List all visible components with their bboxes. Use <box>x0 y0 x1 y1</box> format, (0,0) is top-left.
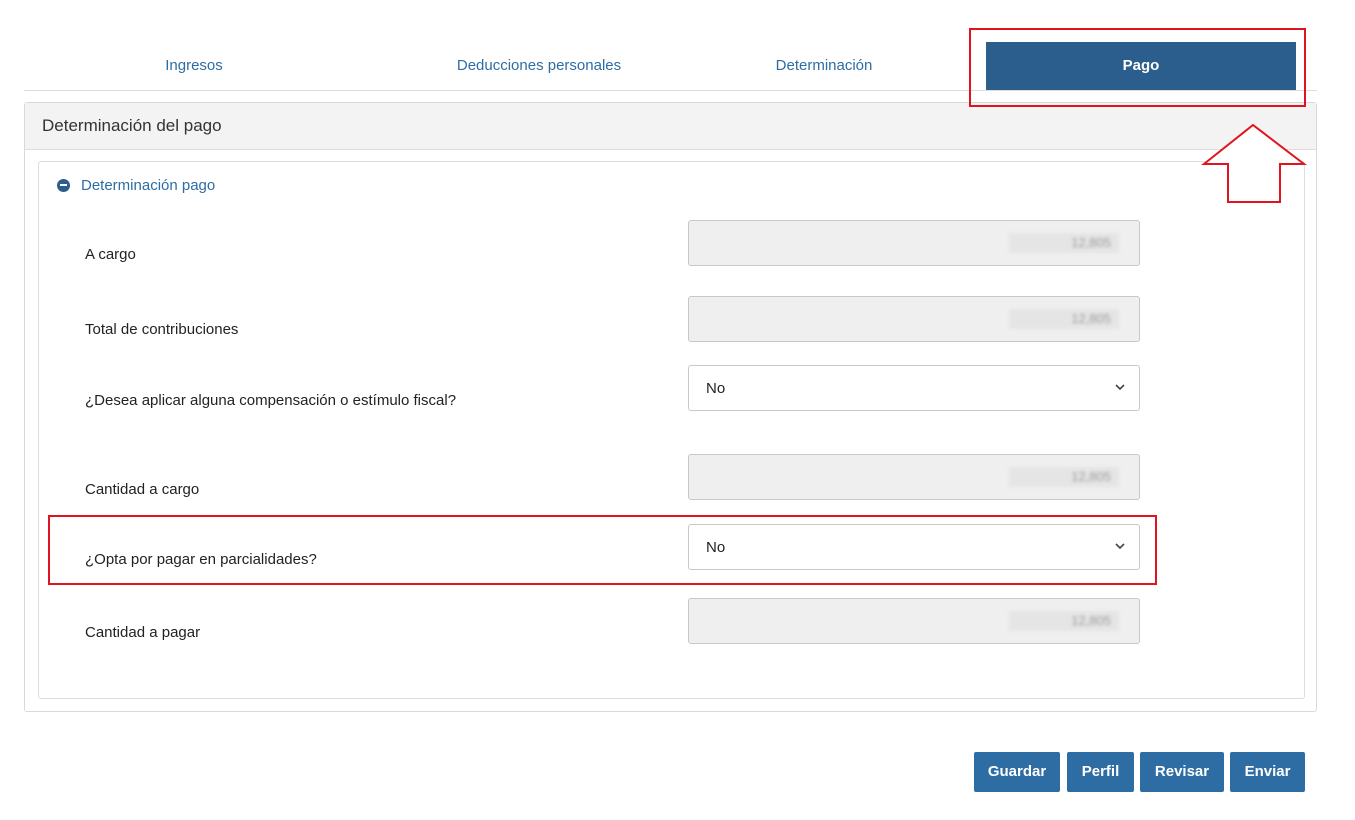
cantidad-a-pagar-field: 12,805 <box>688 598 1140 644</box>
a-cargo-value: 12,805 <box>1009 233 1119 253</box>
annotation-box-pago-tab <box>969 28 1306 107</box>
send-button[interactable]: Enviar <box>1230 752 1305 792</box>
panel-title: Determinación del pago <box>25 103 1316 150</box>
compensacion-selected-value: No <box>706 380 726 397</box>
compensacion-select[interactable]: No <box>688 365 1140 411</box>
cantidad-a-cargo-value: 12,805 <box>1009 467 1119 487</box>
chevron-down-icon <box>1115 384 1125 391</box>
total-contribuciones-value: 12,805 <box>1009 309 1119 329</box>
profile-button[interactable]: Perfil <box>1067 752 1134 792</box>
arrow-up-icon <box>1201 123 1307 203</box>
save-button[interactable]: Guardar <box>974 752 1060 792</box>
minus-circle-icon <box>57 178 70 192</box>
row-label-cantidad-a-pagar: Cantidad a pagar <box>85 624 201 641</box>
tab-determinacion[interactable]: Determinación <box>724 42 924 90</box>
review-button[interactable]: Revisar <box>1140 752 1224 792</box>
row-label-total-contribuciones: Total de contribuciones <box>85 321 239 338</box>
total-contribuciones-field: 12,805 <box>688 296 1140 342</box>
cantidad-a-pagar-value: 12,805 <box>1009 611 1119 631</box>
annotation-box-parcialidades <box>48 515 1157 585</box>
row-label-cantidad-a-cargo: Cantidad a cargo <box>85 481 200 498</box>
section-toggle[interactable]: Determinación pago <box>57 174 215 196</box>
cantidad-a-cargo-field: 12,805 <box>688 454 1140 500</box>
a-cargo-field: 12,805 <box>688 220 1140 266</box>
row-label-a-cargo: A cargo <box>85 246 136 263</box>
section-title: Determinación pago <box>81 176 216 194</box>
tab-deducciones-personales[interactable]: Deducciones personales <box>389 42 689 90</box>
tab-ingresos[interactable]: Ingresos <box>84 42 304 90</box>
row-label-compensacion: ¿Desea aplicar alguna compensación o est… <box>85 392 457 409</box>
